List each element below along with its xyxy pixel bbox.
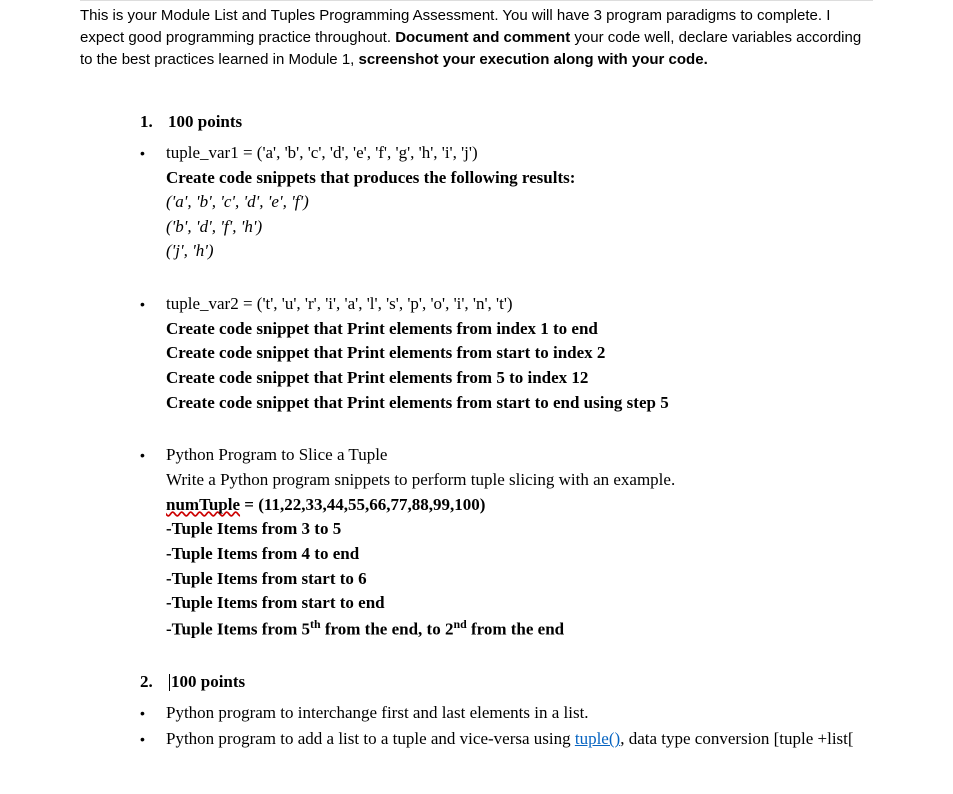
content-body: 1.100 points • tuple_var1 = ('a', 'b', '… — [140, 110, 873, 752]
q1-b2-line5: Create code snippet that Print elements … — [166, 391, 873, 416]
q1-b3-r5: -Tuple Items from 5th from the end, to 2… — [166, 616, 873, 642]
q1-heading: 1.100 points — [140, 110, 873, 135]
intro-text-b: Document and comment — [395, 29, 570, 46]
text-cursor — [169, 674, 170, 691]
q2-b2: Python program to add a list to a tuple … — [166, 727, 873, 752]
q2-bullet1-row: • Python program to interchange first an… — [140, 701, 873, 726]
q1-b3-line1: Python Program to Slice a Tuple — [166, 443, 873, 468]
q1-points: 100 points — [168, 112, 242, 131]
q1-b3-r2: -Tuple Items from 4 to end — [166, 542, 873, 567]
q2-points: 100 points — [171, 672, 245, 691]
intro-text-d: screenshot your execution along with you… — [359, 51, 708, 68]
q1-b3-r5d-sup: nd — [453, 617, 466, 631]
bullet-icon: • — [140, 701, 166, 725]
q1-b2-line4: Create code snippet that Print elements … — [166, 366, 873, 391]
q1-number: 1. — [140, 110, 168, 135]
q1-b3-r5b-sup: th — [310, 617, 321, 631]
q2-number: 2. — [140, 670, 168, 695]
q2-bullet2-row: • Python program to add a list to a tupl… — [140, 727, 873, 752]
bullet-icon: • — [140, 727, 166, 751]
q1-b3-line3: numTuple = (11,22,33,44,55,66,77,88,99,1… — [166, 493, 873, 518]
q1-b3-r3: -Tuple Items from start to 6 — [166, 567, 873, 592]
q2-b2a: Python program to add a list to a tuple … — [166, 729, 575, 748]
q1-b1-result3: ('j', 'h') — [166, 239, 873, 264]
q1-bullet3-block: • Python Program to Slice a Tuple Write … — [140, 443, 873, 642]
q2-b1: Python program to interchange first and … — [166, 701, 873, 726]
q1-bullet1-block: • tuple_var1 = ('a', 'b', 'c', 'd', 'e',… — [140, 141, 873, 264]
bullet-icon: • — [140, 443, 166, 467]
intro-paragraph: This is your Module List and Tuples Prog… — [80, 0, 873, 70]
bullet-icon: • — [140, 141, 166, 165]
q1-b3-r5e: from the end — [467, 619, 564, 638]
q1-b2-line3: Create code snippet that Print elements … — [166, 341, 873, 366]
q1-b3-r5c: from the end, to 2 — [321, 619, 454, 638]
q1-bullet2-block: • tuple_var2 = ('t', 'u', 'r', 'i', 'a',… — [140, 292, 873, 415]
q2-b2c: , data type conversion [tuple +list[ — [620, 729, 853, 748]
q1-b3-r5a: -Tuple Items from 5 — [166, 619, 310, 638]
q1-b3-r4: -Tuple Items from start to end — [166, 591, 873, 616]
q1-b3-line3b: = (11,22,33,44,55,66,77,88,99,100) — [240, 495, 485, 514]
bullet-icon: • — [140, 292, 166, 316]
tuple-link[interactable]: tuple() — [575, 729, 620, 748]
document-page: This is your Module List and Tuples Prog… — [0, 0, 953, 794]
q1-b1-result2: ('b', 'd', 'f', 'h') — [166, 215, 873, 240]
q1-b3-line2: Write a Python program snippets to perfo… — [166, 468, 873, 493]
spellcheck-wavy: numTuple — [166, 495, 240, 514]
q1-b2-line2: Create code snippet that Print elements … — [166, 317, 873, 342]
q1-b3-r1: -Tuple Items from 3 to 5 — [166, 517, 873, 542]
q1-b1-line1: tuple_var1 = ('a', 'b', 'c', 'd', 'e', '… — [166, 141, 873, 166]
q2-heading: 2.100 points — [140, 670, 873, 695]
q1-b1-line2: Create code snippets that produces the f… — [166, 166, 873, 191]
q1-b1-result1: ('a', 'b', 'c', 'd', 'e', 'f') — [166, 190, 873, 215]
q1-b2-line1: tuple_var2 = ('t', 'u', 'r', 'i', 'a', '… — [166, 292, 873, 317]
